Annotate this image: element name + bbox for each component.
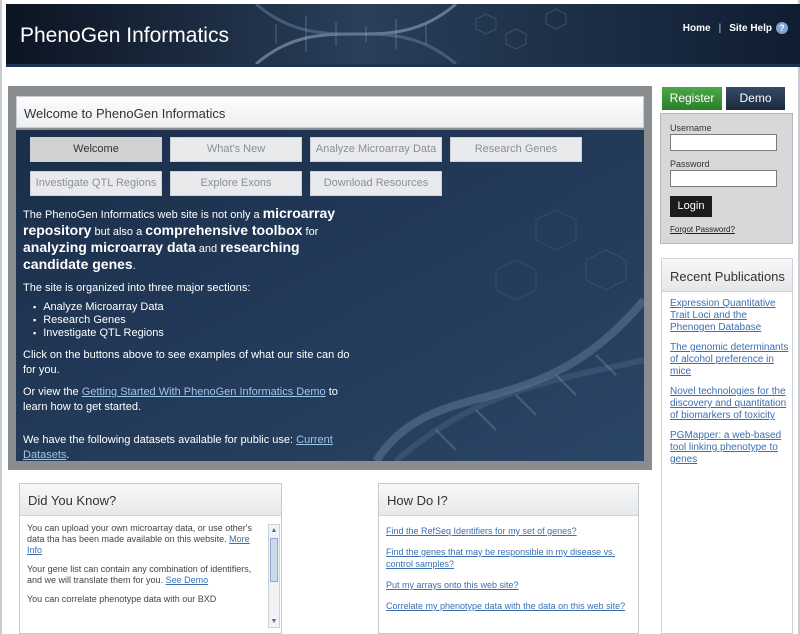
publication-link[interactable]: Expression Quantitative Trait Loci and t… [670,298,790,334]
tab-welcome[interactable]: Welcome [30,137,162,162]
how-do-i-link[interactable]: Find the RefSeq Identifiers for my set o… [386,525,628,537]
password-label: Password [670,159,710,169]
datasets-text: . [66,449,70,461]
did-you-know-scrollbar[interactable]: ▲ ▼ [268,524,280,628]
intro-text: and [195,243,221,255]
sections-intro: The site is organized into three major s… [23,282,251,294]
did-you-know-content: You can upload your own microarray data,… [27,523,267,613]
welcome-panel: Welcome to PhenoGen Informatics Welcome … [8,86,652,470]
publication-link[interactable]: PGMapper: a web-based tool linking pheno… [670,430,790,466]
page: PhenoGen Informatics Home | Site Help? W… [0,0,800,634]
how-do-i-link[interactable]: Find the genes that may be responsible i… [386,546,628,570]
scroll-up-icon[interactable]: ▲ [269,525,279,536]
username-field[interactable] [670,134,777,151]
how-do-i-link[interactable]: Put my arrays onto this web site? [386,579,628,591]
list-item: Investigate QTL Regions [33,327,363,340]
site-help-label: Site Help [729,23,772,34]
intro-emphasis: comprehensive toolbox [145,222,303,238]
sections-list: Analyze Microarray Data Research Genes I… [33,301,363,340]
tab-whats-new[interactable]: What's New [170,137,302,162]
intro-text: The PhenoGen Informatics web site is not… [23,209,263,221]
intro-text: . [132,260,136,272]
scroll-thumb[interactable] [270,538,278,582]
login-button[interactable]: Login [670,196,712,217]
home-link[interactable]: Home [683,23,711,34]
tab-analyze-microarray-data[interactable]: Analyze Microarray Data [310,137,442,162]
password-field[interactable] [670,170,777,187]
site-header: PhenoGen Informatics Home | Site Help? [6,4,800,64]
tip-text: Your gene list can contain any combinati… [27,564,252,585]
how-do-i-link[interactable]: Correlate my phenotype data with the dat… [386,600,628,612]
welcome-text: The PhenoGen Informatics web site is not… [23,206,363,462]
how-do-i-panel: How Do I? Find the RefSeq Identifiers fo… [378,483,639,634]
intro-text: for [302,226,319,238]
publication-link[interactable]: Novel technologies for the discovery and… [670,386,790,422]
tab-explore-exons[interactable]: Explore Exons [170,171,302,196]
did-you-know-panel: Did You Know? You can upload your own mi… [19,483,282,634]
publication-link[interactable]: The genomic determinants of alcohol pref… [670,342,790,378]
tab-investigate-qtl-regions[interactable]: Investigate QTL Regions [30,171,162,196]
datasets-paragraph: We have the following datasets available… [23,433,363,461]
tip-text: You can correlate phenotype data with ou… [27,594,217,604]
did-you-know-title: Did You Know? [20,484,281,516]
site-title: PhenoGen Informatics [20,24,229,47]
welcome-titlebar: Welcome to PhenoGen Informatics [16,96,644,128]
site-help-link[interactable]: Site Help? [729,22,788,34]
recent-publications-title: Recent Publications [662,259,792,292]
tab-download-resources[interactable]: Download Resources [310,171,442,196]
intro-text: but also a [91,226,146,238]
click-instructions: Click on the buttons above to see exampl… [23,349,350,376]
header-divider [6,64,800,67]
tip: You can correlate phenotype data with ou… [27,594,267,605]
demo-paragraph: Or view the Getting Started With PhenoGe… [23,385,363,415]
tip-text: You can upload your own microarray data,… [27,523,253,544]
datasets-text: We have the following datasets available… [23,434,297,446]
login-form: Username Password Login Forgot Password? [660,113,793,244]
welcome-title: Welcome to PhenoGen Informatics [24,106,226,121]
getting-started-demo-link[interactable]: Getting Started With PhenoGen Informatic… [82,386,326,398]
register-button[interactable]: Register [662,87,722,110]
intro-paragraph: The PhenoGen Informatics web site is not… [23,206,363,274]
list-item: Research Genes [33,314,363,327]
how-do-i-title: How Do I? [379,484,638,516]
demo-text: Or view the [23,386,82,398]
forgot-password-link[interactable]: Forgot Password? [670,225,735,234]
welcome-content: Welcome What's New Analyze Microarray Da… [16,130,644,461]
recent-publications-panel: Recent Publications Expression Quantitat… [661,258,793,634]
see-demo-link[interactable]: See Demo [166,575,209,585]
username-label: Username [670,123,712,133]
help-icon: ? [776,22,788,34]
header-links: Home | Site Help? [683,22,788,34]
header-separator: | [718,22,722,34]
tip: Your gene list can contain any combinati… [27,564,267,586]
scroll-down-icon[interactable]: ▼ [269,616,279,627]
intro-emphasis: analyzing microarray data [23,239,196,255]
tab-research-genes[interactable]: Research Genes [450,137,582,162]
list-item: Analyze Microarray Data [33,301,363,314]
tip: You can upload your own microarray data,… [27,523,267,556]
demo-button[interactable]: Demo [726,87,785,110]
